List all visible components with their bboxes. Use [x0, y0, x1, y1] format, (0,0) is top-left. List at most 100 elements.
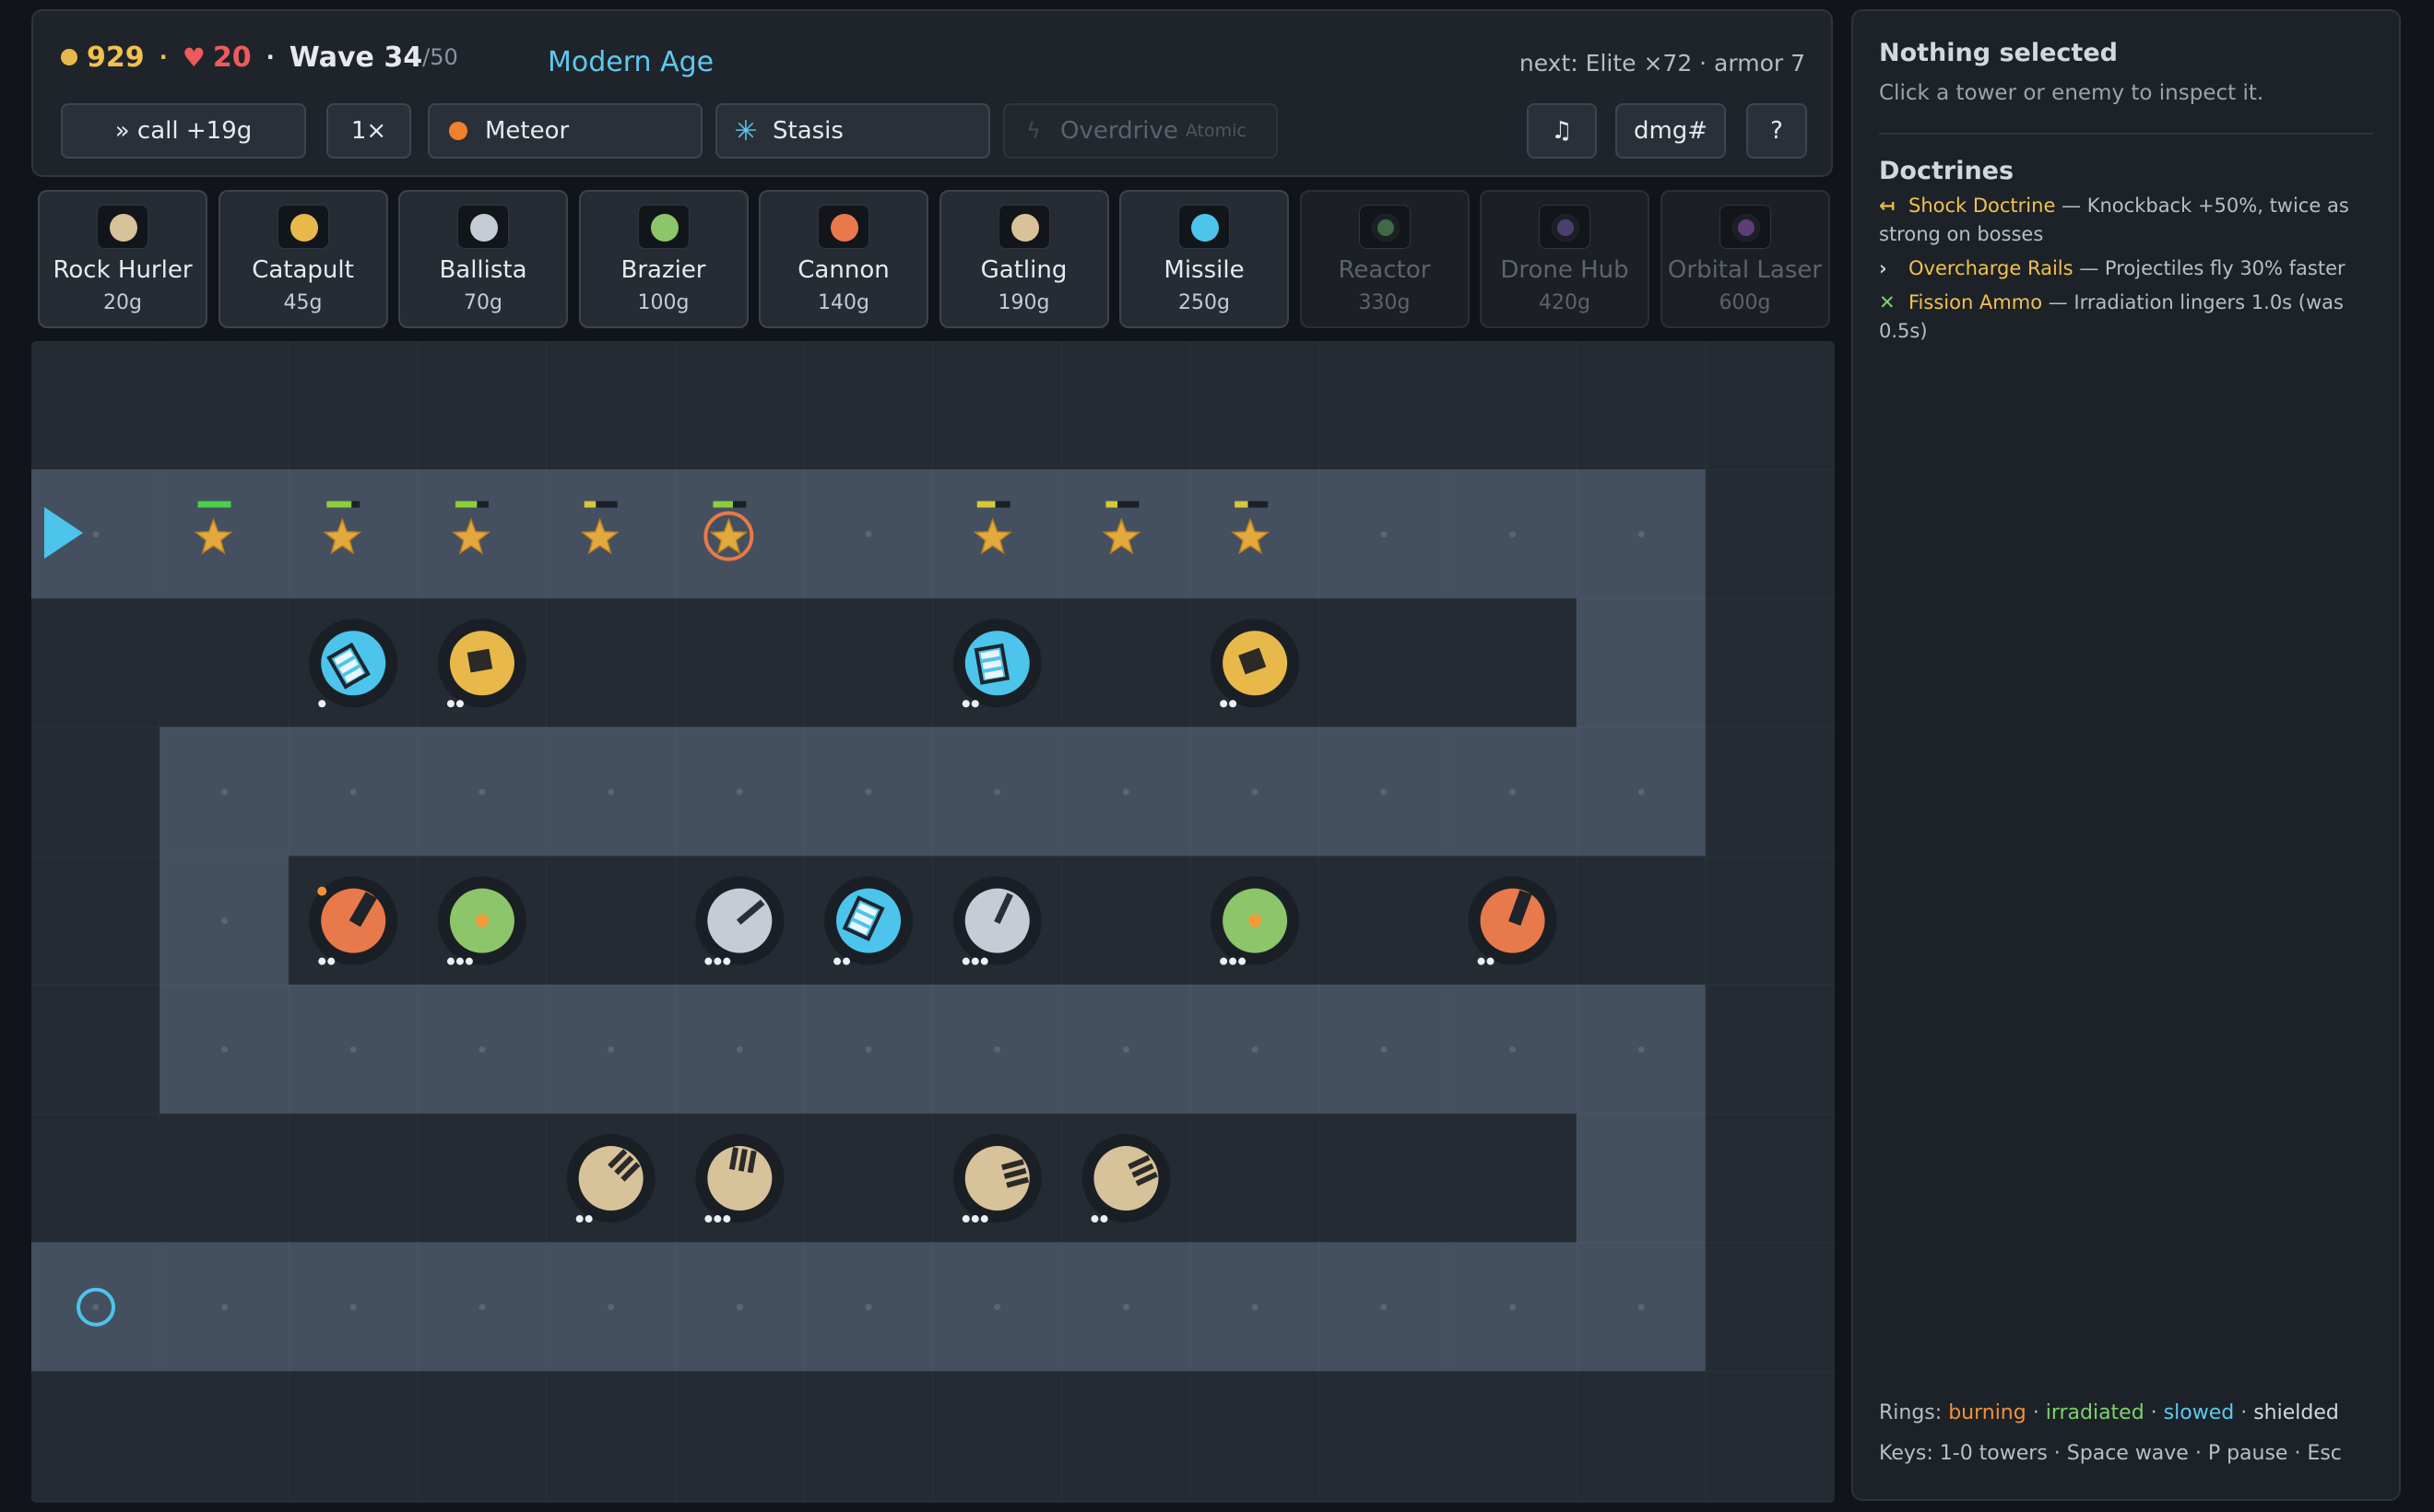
- help-button[interactable]: ?: [1746, 103, 1807, 159]
- shop-tower-drone-hub[interactable]: Drone Hub 420g: [1480, 190, 1649, 328]
- grass-tile: [1705, 597, 1835, 729]
- grass-tile: [1576, 1371, 1707, 1502]
- shop-tower-cannon[interactable]: Cannon 140g: [759, 190, 928, 328]
- overdrive-ability-button[interactable]: ϟ Overdrive Atomic: [1003, 103, 1278, 159]
- grass-tile: [31, 856, 161, 986]
- legend-slowed: slowed: [2163, 1401, 2235, 1424]
- enemy-health-fill: [455, 501, 478, 508]
- era-label: Modern Age: [548, 46, 715, 78]
- tower-name: Brazier: [620, 256, 706, 284]
- grass-tile: [1189, 1113, 1321, 1244]
- grass-tile: [1189, 1371, 1321, 1502]
- tower-icon: [1358, 205, 1411, 249]
- grass-tile: [1576, 341, 1707, 471]
- speed-button[interactable]: 1×: [326, 103, 411, 159]
- tower-level-pip: [1477, 957, 1485, 965]
- shop-tower-ballista[interactable]: Ballista 70g: [398, 190, 568, 328]
- tower-level-pip: [962, 1215, 970, 1223]
- tower-name: Catapult: [252, 256, 354, 284]
- shop-tower-reactor[interactable]: Reactor 330g: [1299, 190, 1470, 328]
- grass-tile: [1318, 1371, 1449, 1502]
- shop-tower-gatling[interactable]: Gatling 190g: [939, 190, 1109, 328]
- shop-tower-orbital-laser[interactable]: Orbital Laser 600g: [1660, 190, 1830, 328]
- grass-tile: [1447, 1113, 1578, 1244]
- tower-level-pip: [843, 957, 851, 965]
- tower-icon: [277, 205, 329, 249]
- meteor-label: Meteor: [485, 117, 570, 145]
- wave-label: Wave 34: [289, 41, 423, 74]
- resource-stats: 929 · ♥ 20 · Wave 34 /50: [61, 39, 458, 76]
- path-marker: [736, 1045, 743, 1053]
- shop-tower-brazier[interactable]: Brazier 100g: [578, 190, 749, 328]
- game-board[interactable]: [31, 341, 1835, 1503]
- enemy-health-fill: [976, 501, 996, 508]
- path-marker: [1509, 1045, 1517, 1053]
- tower-level-pip: [446, 957, 455, 965]
- grass-tile: [1318, 597, 1449, 729]
- tower-level-pip: [465, 957, 473, 965]
- tower-level-pip: [714, 1215, 722, 1223]
- tower-level-pip: [962, 957, 970, 965]
- path-marker: [1637, 1304, 1645, 1311]
- path-marker: [1380, 531, 1388, 538]
- legend-separator: ·: [2144, 1401, 2164, 1424]
- meteor-icon: [444, 117, 472, 145]
- brazier-turret: [475, 914, 489, 927]
- tower-name: Orbital Laser: [1667, 256, 1823, 284]
- grass-tile: [160, 597, 290, 729]
- tower-level-pip: [980, 957, 988, 965]
- path-marker: [479, 1045, 486, 1053]
- meteor-ability-button[interactable]: Meteor: [428, 103, 703, 159]
- damage-numbers-toggle[interactable]: dmg#: [1615, 103, 1726, 159]
- grass-tile: [803, 341, 934, 471]
- music-toggle-button[interactable]: ♫: [1527, 103, 1597, 159]
- shop-tower-missile[interactable]: Missile 250g: [1119, 190, 1289, 328]
- tower-icon: [97, 205, 148, 249]
- shop-tower-catapult[interactable]: Catapult 45g: [218, 190, 388, 328]
- path-marker: [608, 788, 615, 796]
- tower-level-pip: [971, 1215, 979, 1223]
- grass-tile: [31, 597, 161, 729]
- path-marker: [349, 1045, 357, 1053]
- enemy-health-fill: [1235, 501, 1248, 508]
- enemy-health-fill: [584, 501, 597, 508]
- tower-name: Reactor: [1338, 256, 1431, 284]
- path-marker: [221, 1304, 229, 1311]
- enemy-health-fill: [713, 501, 733, 508]
- overdrive-label: Overdrive: [1060, 117, 1178, 145]
- grass-tile: [31, 1371, 161, 1502]
- call-wave-button[interactable]: » call +19g: [61, 103, 306, 159]
- separator-dot: ·: [266, 44, 275, 70]
- shop-tower-rock-hurler[interactable]: Rock Hurler 20g: [38, 190, 207, 328]
- path-marker: [221, 917, 229, 925]
- inspector-panel: Nothing selected Click a tower or enemy …: [1851, 9, 2401, 1501]
- grass-tile: [288, 1371, 419, 1502]
- tower-level-pip: [723, 1215, 731, 1223]
- grass-tile: [803, 597, 934, 729]
- tower-level-pip: [714, 957, 722, 965]
- tower-level-pip: [446, 700, 455, 708]
- tower-name: Missile: [1164, 256, 1245, 284]
- doctrine-icon: ↤: [1879, 195, 1896, 217]
- grass-tile: [31, 726, 161, 857]
- enemy-health-fill: [197, 501, 231, 508]
- tower-cost: 250g: [1178, 291, 1230, 314]
- path-marker: [736, 788, 743, 796]
- grass-tile: [932, 341, 1063, 471]
- game-map[interactable]: [31, 341, 1835, 1503]
- snowflake-icon: ✳: [734, 114, 758, 148]
- tower-cost: 140g: [818, 291, 869, 314]
- path-marker: [1637, 1045, 1645, 1053]
- gatling-turret: [728, 1147, 757, 1174]
- tower-level-pip: [704, 1215, 713, 1223]
- tower-cost: 20g: [103, 291, 142, 314]
- grass-tile: [1576, 856, 1707, 986]
- grass-tile: [1705, 856, 1835, 986]
- tower-cost: 100g: [637, 291, 690, 314]
- stasis-ability-button[interactable]: ✳ Stasis: [715, 103, 990, 159]
- call-wave-label: » call +19g: [114, 117, 253, 145]
- tower-level-pip: [971, 700, 979, 708]
- path-marker: [1122, 1304, 1129, 1311]
- path-marker: [479, 788, 486, 796]
- damage-numbers-label: dmg#: [1633, 117, 1708, 145]
